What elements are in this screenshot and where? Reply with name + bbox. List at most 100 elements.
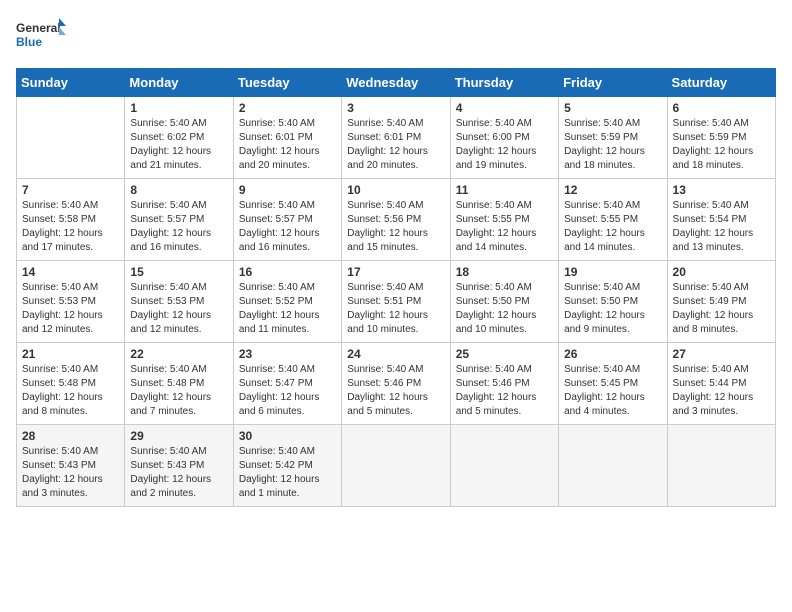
day-number: 2 [239,101,336,115]
calendar-cell: 22 Sunrise: 5:40 AM Sunset: 5:48 PM Dayli… [125,343,233,425]
day-header-wednesday: Wednesday [342,69,450,97]
calendar-table: SundayMondayTuesdayWednesdayThursdayFrid… [16,68,776,507]
week-row-5: 28 Sunrise: 5:40 AM Sunset: 5:43 PM Dayli… [17,425,776,507]
day-number: 30 [239,429,336,443]
cell-info: Sunrise: 5:40 AM Sunset: 5:52 PM Dayligh… [239,281,336,337]
calendar-cell: 12 Sunrise: 5:40 AM Sunset: 5:55 PM Dayli… [559,179,667,261]
logo: General Blue [16,16,66,56]
calendar-cell: 19 Sunrise: 5:40 AM Sunset: 5:50 PM Dayli… [559,261,667,343]
day-number: 9 [239,183,336,197]
day-number: 4 [456,101,553,115]
calendar-cell: 2 Sunrise: 5:40 AM Sunset: 6:01 PM Daylig… [233,97,341,179]
cell-info: Sunrise: 5:40 AM Sunset: 5:43 PM Dayligh… [130,445,227,501]
day-number: 17 [347,265,444,279]
day-number: 27 [673,347,770,361]
calendar-cell: 9 Sunrise: 5:40 AM Sunset: 5:57 PM Daylig… [233,179,341,261]
calendar-cell: 26Sunrise: 5:40 AM Sunset: 5:45 PM Dayli… [559,343,667,425]
cell-info: Sunrise: 5:40 AM Sunset: 6:01 PM Dayligh… [239,117,336,173]
day-number: 20 [673,265,770,279]
calendar-cell: 16 Sunrise: 5:40 AM Sunset: 5:52 PM Dayli… [233,261,341,343]
svg-text:General: General [16,21,61,35]
day-number: 8 [130,183,227,197]
day-header-tuesday: Tuesday [233,69,341,97]
day-number: 6 [673,101,770,115]
cell-info: Sunrise: 5:40 AM Sunset: 5:45 PM Dayligh… [564,363,661,419]
calendar-cell: 18Sunrise: 5:40 AM Sunset: 5:50 PM Dayli… [450,261,558,343]
calendar-cell: 7 Sunrise: 5:40 AM Sunset: 5:58 PM Daylig… [17,179,125,261]
day-number: 12 [564,183,661,197]
day-number: 16 [239,265,336,279]
day-header-friday: Friday [559,69,667,97]
calendar-cell: 5 Sunrise: 5:40 AM Sunset: 5:59 PM Daylig… [559,97,667,179]
day-number: 10 [347,183,444,197]
cell-info: Sunrise: 5:40 AM Sunset: 5:47 PM Dayligh… [239,363,336,419]
cell-info: Sunrise: 5:40 AM Sunset: 5:56 PM Dayligh… [347,199,444,255]
cell-info: Sunrise: 5:40 AM Sunset: 5:53 PM Dayligh… [22,281,119,337]
cell-info: Sunrise: 5:40 AM Sunset: 5:46 PM Dayligh… [347,363,444,419]
calendar-cell: 21 Sunrise: 5:40 AM Sunset: 5:48 PM Dayli… [17,343,125,425]
day-number: 7 [22,183,119,197]
day-number: 24 [347,347,444,361]
day-header-thursday: Thursday [450,69,558,97]
cell-info: Sunrise: 5:40 AM Sunset: 6:02 PM Dayligh… [130,117,227,173]
cell-info: Sunrise: 5:40 AM Sunset: 5:57 PM Dayligh… [239,199,336,255]
week-row-4: 21 Sunrise: 5:40 AM Sunset: 5:48 PM Dayli… [17,343,776,425]
calendar-cell: 6 Sunrise: 5:40 AM Sunset: 5:59 PM Daylig… [667,97,775,179]
calendar-cell: 4 Sunrise: 5:40 AM Sunset: 6:00 PM Daylig… [450,97,558,179]
day-header-sunday: Sunday [17,69,125,97]
cell-info: Sunrise: 5:40 AM Sunset: 5:42 PM Dayligh… [239,445,336,501]
week-row-2: 7 Sunrise: 5:40 AM Sunset: 5:58 PM Daylig… [17,179,776,261]
day-number: 22 [130,347,227,361]
calendar-cell [342,425,450,507]
day-number: 3 [347,101,444,115]
svg-text:Blue: Blue [16,35,42,49]
cell-info: Sunrise: 5:40 AM Sunset: 5:50 PM Dayligh… [564,281,661,337]
calendar-cell: 11Sunrise: 5:40 AM Sunset: 5:55 PM Dayli… [450,179,558,261]
cell-info: Sunrise: 5:40 AM Sunset: 6:00 PM Dayligh… [456,117,553,173]
calendar-cell: 20 Sunrise: 5:40 AM Sunset: 5:49 PM Dayli… [667,261,775,343]
day-number: 29 [130,429,227,443]
cell-info: Sunrise: 5:40 AM Sunset: 5:51 PM Dayligh… [347,281,444,337]
cell-info: Sunrise: 5:40 AM Sunset: 5:59 PM Dayligh… [673,117,770,173]
day-number: 1 [130,101,227,115]
calendar-cell: 28 Sunrise: 5:40 AM Sunset: 5:43 PM Dayli… [17,425,125,507]
cell-info: Sunrise: 5:40 AM Sunset: 5:48 PM Dayligh… [130,363,227,419]
calendar-cell: 17 Sunrise: 5:40 AM Sunset: 5:51 PM Dayli… [342,261,450,343]
calendar-cell: 27 Sunrise: 5:40 AM Sunset: 5:44 PM Dayli… [667,343,775,425]
cell-info: Sunrise: 5:40 AM Sunset: 5:44 PM Dayligh… [673,363,770,419]
cell-info: Sunrise: 5:40 AM Sunset: 5:54 PM Dayligh… [673,199,770,255]
day-number: 13 [673,183,770,197]
calendar-cell: 3Sunrise: 5:40 AM Sunset: 6:01 PM Daylig… [342,97,450,179]
day-number: 19 [564,265,661,279]
day-number: 11 [456,183,553,197]
page-header: General Blue [16,16,776,56]
week-row-3: 14 Sunrise: 5:40 AM Sunset: 5:53 PM Dayli… [17,261,776,343]
cell-info: Sunrise: 5:40 AM Sunset: 5:55 PM Dayligh… [564,199,661,255]
cell-info: Sunrise: 5:40 AM Sunset: 5:59 PM Dayligh… [564,117,661,173]
cell-info: Sunrise: 5:40 AM Sunset: 5:48 PM Dayligh… [22,363,119,419]
calendar-cell [559,425,667,507]
day-number: 23 [239,347,336,361]
day-number: 5 [564,101,661,115]
day-number: 28 [22,429,119,443]
calendar-cell: 14 Sunrise: 5:40 AM Sunset: 5:53 PM Dayli… [17,261,125,343]
cell-info: Sunrise: 5:40 AM Sunset: 5:43 PM Dayligh… [22,445,119,501]
calendar-cell [17,97,125,179]
calendar-cell: 30 Sunrise: 5:40 AM Sunset: 5:42 PM Dayli… [233,425,341,507]
calendar-cell: 1 Sunrise: 5:40 AM Sunset: 6:02 PM Daylig… [125,97,233,179]
cell-info: Sunrise: 5:40 AM Sunset: 5:57 PM Dayligh… [130,199,227,255]
cell-info: Sunrise: 5:40 AM Sunset: 5:58 PM Dayligh… [22,199,119,255]
day-number: 25 [456,347,553,361]
week-row-1: 1 Sunrise: 5:40 AM Sunset: 6:02 PM Daylig… [17,97,776,179]
day-number: 21 [22,347,119,361]
calendar-cell: 25 Sunrise: 5:40 AM Sunset: 5:46 PM Dayli… [450,343,558,425]
day-number: 15 [130,265,227,279]
day-number: 18 [456,265,553,279]
calendar-cell: 15 Sunrise: 5:40 AM Sunset: 5:53 PM Dayli… [125,261,233,343]
cell-info: Sunrise: 5:40 AM Sunset: 5:49 PM Dayligh… [673,281,770,337]
calendar-cell: 8 Sunrise: 5:40 AM Sunset: 5:57 PM Daylig… [125,179,233,261]
cell-info: Sunrise: 5:40 AM Sunset: 5:46 PM Dayligh… [456,363,553,419]
day-number: 14 [22,265,119,279]
cell-info: Sunrise: 5:40 AM Sunset: 5:53 PM Dayligh… [130,281,227,337]
calendar-cell [450,425,558,507]
